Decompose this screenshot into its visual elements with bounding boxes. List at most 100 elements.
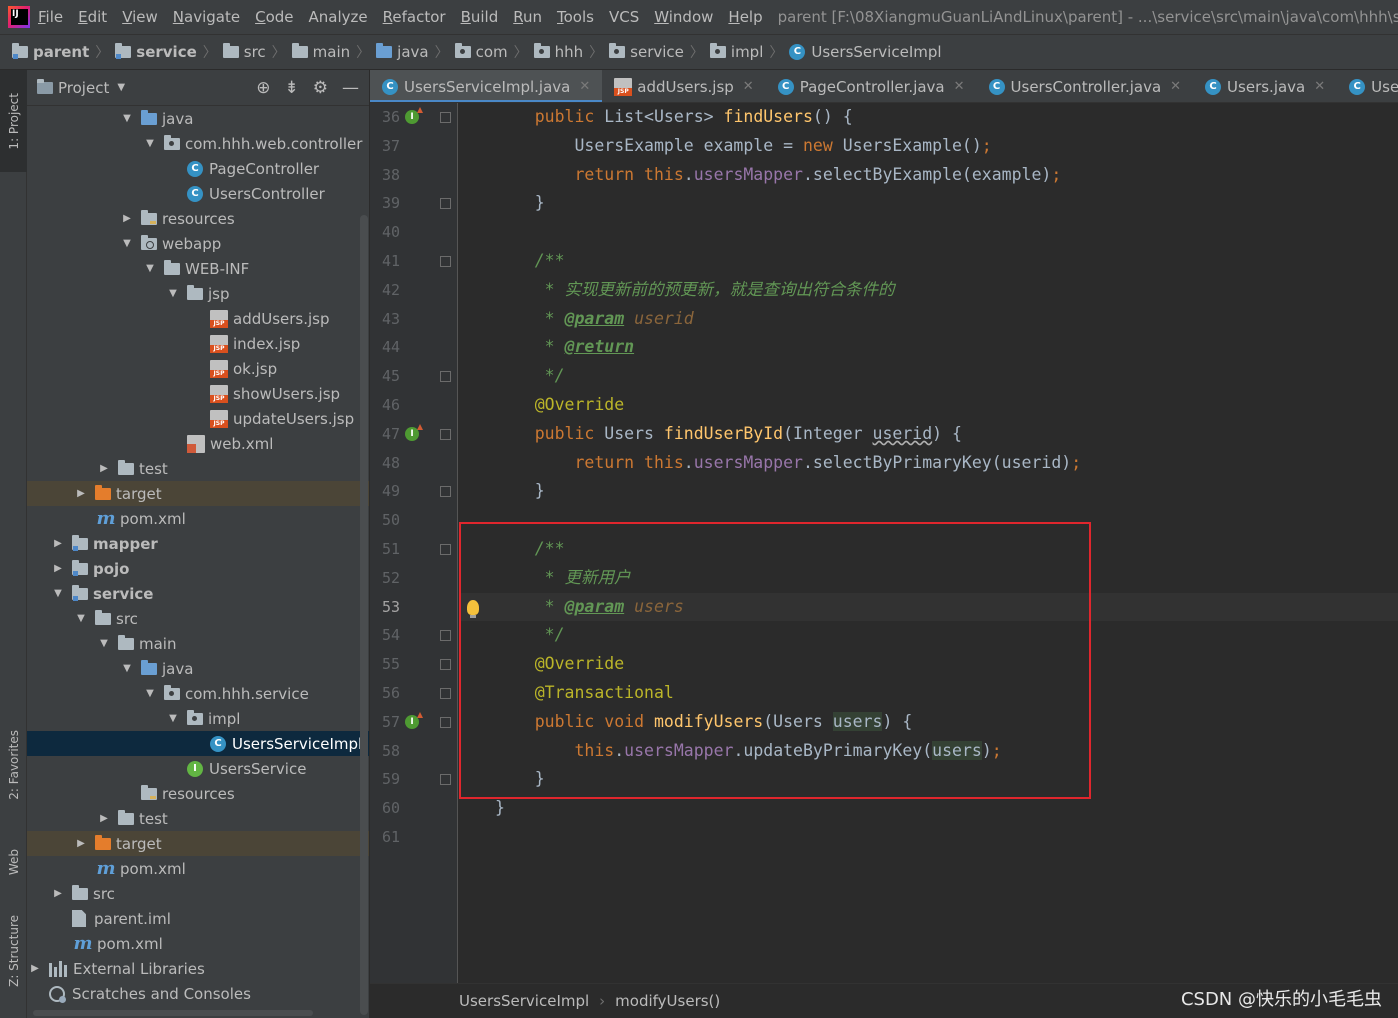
- tree-item[interactable]: ▼ impl: [27, 706, 369, 731]
- expanded-arrow-icon[interactable]: ▼: [50, 588, 66, 599]
- tree-item[interactable]: C UsersController: [27, 181, 369, 206]
- expanded-arrow-icon[interactable]: ▼: [73, 613, 89, 624]
- expanded-arrow-icon[interactable]: ▼: [96, 638, 112, 649]
- expanded-arrow-icon[interactable]: ▼: [142, 263, 158, 274]
- breadcrumb-item[interactable]: hhh: [533, 43, 583, 61]
- editor-tab[interactable]: CUsersExample.java✕: [1337, 70, 1398, 102]
- project-tree-scrollbar[interactable]: [360, 215, 368, 1015]
- breadcrumb-item[interactable]: impl: [709, 43, 763, 61]
- fold-marker-icon[interactable]: [440, 486, 451, 498]
- gear-icon[interactable]: ⚙: [313, 78, 328, 98]
- breadcrumb-item[interactable]: parent: [12, 43, 89, 61]
- fold-marker-icon[interactable]: [440, 256, 451, 267]
- tree-item[interactable]: C UsersServiceImpl: [27, 731, 369, 756]
- menu-item[interactable]: Build: [461, 8, 499, 26]
- collapsed-arrow-icon[interactable]: ▶: [27, 963, 43, 974]
- tree-item[interactable]: ▼ service: [27, 581, 369, 606]
- tree-item[interactable]: ▼ java: [27, 106, 369, 131]
- collapsed-arrow-icon[interactable]: ▶: [50, 888, 66, 899]
- tree-item[interactable]: showUsers.jsp: [27, 381, 369, 406]
- tree-item[interactable]: ▶ External Libraries: [27, 956, 369, 981]
- editor-tab[interactable]: C UsersController.java ✕: [977, 70, 1194, 102]
- tree-item[interactable]: ▶ mapper: [27, 531, 369, 556]
- implements-method-icon[interactable]: I: [405, 107, 423, 124]
- menu-item[interactable]: Tools: [557, 8, 594, 26]
- implements-method-icon[interactable]: I: [405, 711, 423, 729]
- breadcrumb-item[interactable]: main: [291, 43, 350, 61]
- structure-tool-tab[interactable]: Z: Structure: [0, 908, 27, 994]
- tree-item[interactable]: ▶ test: [27, 456, 369, 481]
- tree-item[interactable]: ▼ WEB-INF: [27, 256, 369, 281]
- tree-item[interactable]: ▶ src: [27, 881, 369, 906]
- tree-item[interactable]: ▶ test: [27, 806, 369, 831]
- fold-marker-icon[interactable]: [440, 544, 451, 555]
- menu-item[interactable]: Code: [255, 8, 293, 26]
- menu-item[interactable]: Window: [654, 8, 713, 26]
- fold-marker-icon[interactable]: [440, 371, 451, 383]
- fold-marker-icon[interactable]: [440, 659, 451, 671]
- collapsed-arrow-icon[interactable]: ▶: [119, 213, 135, 224]
- project-tool-tab[interactable]: 1: Project: [0, 70, 27, 172]
- close-icon[interactable]: ✕: [579, 79, 590, 94]
- project-tree-horizontal-scrollbar[interactable]: [33, 1010, 313, 1016]
- tree-item[interactable]: ▶ pojo: [27, 556, 369, 581]
- tree-item[interactable]: ▼ webapp: [27, 231, 369, 256]
- web-tool-tab[interactable]: Web: [0, 832, 27, 892]
- tree-item[interactable]: I UsersService: [27, 756, 369, 781]
- close-icon[interactable]: ✕: [1314, 79, 1325, 94]
- collapse-all-icon[interactable]: ⇟: [285, 78, 299, 98]
- tree-item[interactable]: ▼ jsp: [27, 281, 369, 306]
- editor-tab[interactable]: C UsersServiceImpl.java ✕: [370, 70, 603, 102]
- fold-marker-icon[interactable]: [440, 198, 451, 210]
- menu-item[interactable]: VCS: [609, 8, 639, 26]
- status-class-crumb[interactable]: UsersServiceImpl: [459, 992, 589, 1010]
- menu-item[interactable]: View: [122, 8, 158, 26]
- tree-item[interactable]: updateUsers.jsp: [27, 406, 369, 431]
- tree-item[interactable]: ▼ com.hhh.web.controller: [27, 131, 369, 156]
- close-icon[interactable]: ✕: [954, 79, 965, 94]
- editor-tab[interactable]: C Users.java ✕: [1193, 70, 1337, 102]
- breadcrumb-item[interactable]: service: [115, 43, 197, 61]
- breadcrumb-item[interactable]: java: [376, 43, 429, 61]
- fold-marker-icon[interactable]: [440, 112, 451, 123]
- fold-marker-icon[interactable]: [440, 774, 451, 786]
- collapsed-arrow-icon[interactable]: ▶: [73, 838, 89, 849]
- tree-item[interactable]: ▼ src: [27, 606, 369, 631]
- status-method-crumb[interactable]: modifyUsers(): [615, 992, 720, 1010]
- menu-item[interactable]: Edit: [78, 8, 107, 26]
- tree-item[interactable]: ok.jsp: [27, 356, 369, 381]
- breadcrumb-item[interactable]: service: [609, 43, 684, 61]
- tree-item[interactable]: m pom.xml: [27, 856, 369, 881]
- collapsed-arrow-icon[interactable]: ▶: [50, 538, 66, 549]
- tree-item[interactable]: web.xml: [27, 431, 369, 456]
- menu-item[interactable]: Analyze: [309, 8, 368, 26]
- editor-tab[interactable]: addUsers.jsp ✕: [602, 70, 765, 102]
- tree-item[interactable]: ▼ java: [27, 656, 369, 681]
- tree-item[interactable]: m pom.xml: [27, 506, 369, 531]
- tree-item[interactable]: addUsers.jsp: [27, 306, 369, 331]
- locate-target-icon[interactable]: ⊕: [256, 78, 270, 98]
- favorites-tool-tab[interactable]: 2: Favorites: [0, 710, 27, 820]
- expanded-arrow-icon[interactable]: ▼: [142, 688, 158, 699]
- collapsed-arrow-icon[interactable]: ▶: [96, 813, 112, 824]
- expanded-arrow-icon[interactable]: ▼: [165, 288, 181, 299]
- tree-item[interactable]: resources: [27, 781, 369, 806]
- menu-item[interactable]: Navigate: [173, 8, 240, 26]
- editor-tab[interactable]: C PageController.java ✕: [766, 70, 977, 102]
- collapsed-arrow-icon[interactable]: ▶: [50, 563, 66, 574]
- close-icon[interactable]: ✕: [1170, 79, 1181, 94]
- expanded-arrow-icon[interactable]: ▼: [165, 713, 181, 724]
- minimize-icon[interactable]: —: [342, 78, 359, 98]
- menu-item[interactable]: Run: [513, 8, 542, 26]
- menu-item[interactable]: File: [38, 8, 63, 26]
- tree-item[interactable]: ▶ resources: [27, 206, 369, 231]
- menu-item[interactable]: Help: [728, 8, 762, 26]
- tree-item[interactable]: ▼ com.hhh.service: [27, 681, 369, 706]
- expanded-arrow-icon[interactable]: ▼: [119, 663, 135, 674]
- fold-marker-icon[interactable]: [440, 428, 451, 440]
- tree-item[interactable]: ▶ target: [27, 481, 369, 506]
- tree-item[interactable]: ▼ main: [27, 631, 369, 656]
- tree-item[interactable]: C PageController: [27, 156, 369, 181]
- fold-marker-icon[interactable]: [440, 630, 451, 642]
- expanded-arrow-icon[interactable]: ▼: [119, 113, 135, 124]
